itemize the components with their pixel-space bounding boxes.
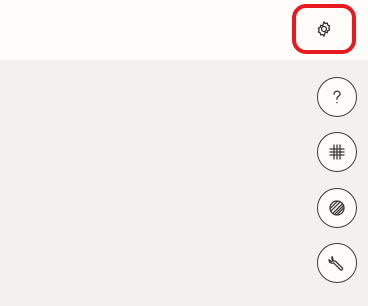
hatched-circle-icon [327,198,347,218]
texture-button[interactable] [317,188,357,228]
gear-icon [315,20,333,38]
top-bar [0,0,368,60]
grid-button[interactable] [317,132,357,172]
tools-button[interactable] [317,243,357,283]
wrench-icon [327,253,347,273]
settings-button[interactable] [292,4,356,54]
grid-icon [327,142,347,162]
question-mark-icon [327,87,347,107]
help-button[interactable] [317,77,357,117]
